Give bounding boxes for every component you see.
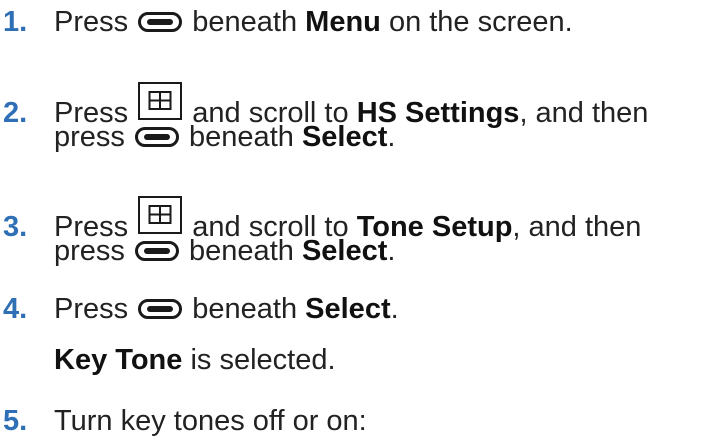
step-text: , and then [519, 97, 649, 129]
softkey-button-icon [134, 241, 179, 261]
softkey-button-icon [134, 127, 179, 147]
step-2: 2. Press and scroll to HS Settings, and t… [0, 82, 648, 129]
step-keyword: Select [301, 121, 388, 153]
step-text: Press [54, 6, 129, 38]
step-number: 4. [3, 293, 28, 325]
softkey-button-icon [138, 299, 183, 319]
step-text: press [54, 121, 125, 153]
step-1: 1. Press beneath Menu on the screen. [0, 4, 573, 40]
step-keyword: Key Tone [54, 344, 183, 376]
step-2-continued: press beneath Select. [0, 119, 395, 155]
step-text: is selected. [190, 344, 336, 376]
step-number: 5. [3, 405, 28, 437]
softkey-button-icon [138, 12, 183, 32]
phonebook-button-icon [138, 196, 183, 234]
step-keyword: Select [305, 293, 391, 325]
step-text: , and then [512, 211, 642, 243]
step-keyword: Menu [305, 6, 381, 38]
step-text: press [54, 235, 125, 267]
step-text: Press [54, 293, 129, 325]
step-text: beneath [192, 6, 298, 38]
step-text: Turn key tones off or on: [54, 405, 367, 437]
step-text: beneath [189, 235, 294, 267]
step-3-continued: press beneath Select. [0, 233, 395, 269]
instruction-steps: 1. Press beneath Menu on the screen. 2. Pr… [0, 0, 728, 442]
step-5: 5. Turn key tones off or on: [0, 403, 367, 439]
step-3: 3. Press and scroll to Tone Setup, and th… [0, 196, 641, 243]
step-text: beneath [189, 121, 294, 153]
step-text: . [387, 121, 396, 153]
step-keyword: Select [301, 235, 388, 267]
step-4: 4. Press beneath Select. [0, 291, 399, 327]
phonebook-button-icon [138, 82, 183, 120]
step-text: . [390, 293, 399, 325]
step-text: on the screen. [388, 6, 573, 38]
step-4-result: Key Tone is selected. [0, 342, 336, 378]
step-number: 1. [3, 6, 28, 38]
step-text: beneath [192, 293, 298, 325]
step-text: . [387, 235, 396, 267]
